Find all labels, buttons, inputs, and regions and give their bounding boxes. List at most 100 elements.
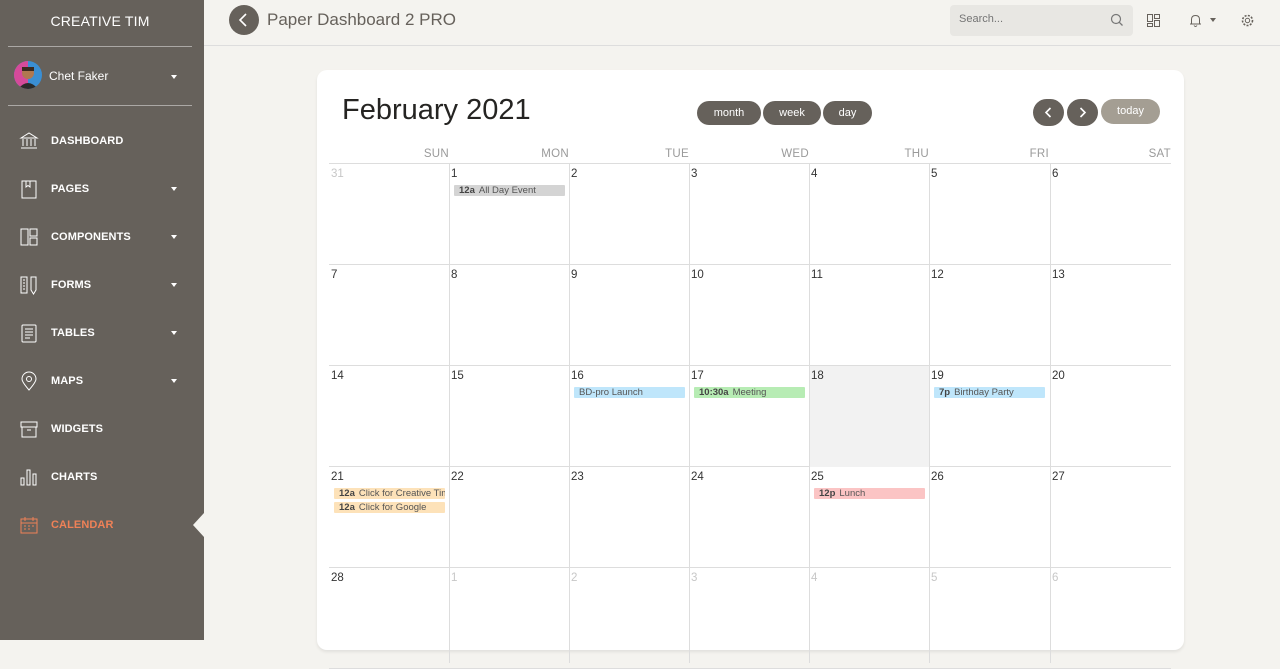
day-number[interactable]: 25 (811, 471, 824, 483)
calendar-day-cell[interactable]: 5 (930, 568, 1050, 669)
day-number[interactable]: 5 (931, 572, 937, 584)
calendar-day-cell[interactable]: 27 (1051, 467, 1171, 568)
day-number[interactable]: 3 (691, 168, 697, 180)
day-number[interactable]: 19 (931, 370, 944, 382)
calendar-day-cell[interactable]: 25 (810, 467, 929, 568)
calendar-day-cell[interactable]: 16 (570, 366, 689, 467)
calendar-day-cell[interactable]: 17 (690, 366, 809, 467)
day-number[interactable]: 3 (691, 572, 697, 584)
sidebar-item-maps[interactable]: MAPS (0, 361, 204, 401)
day-number[interactable]: 2 (571, 168, 577, 180)
chevron-down-icon[interactable] (1210, 18, 1216, 22)
day-number[interactable]: 1 (451, 572, 457, 584)
user-panel[interactable]: Chet Faker (8, 47, 192, 106)
calendar-day-cell[interactable]: 2 (570, 568, 689, 669)
calendar-event[interactable]: 12p Lunch (814, 488, 925, 499)
calendar-day-cell[interactable]: 1 (450, 164, 569, 265)
calendar-day-cell[interactable]: 7 (330, 265, 449, 366)
day-number[interactable]: 12 (931, 269, 944, 281)
day-view-button[interactable]: day (823, 101, 872, 125)
calendar-day-cell[interactable]: 14 (330, 366, 449, 467)
day-number[interactable]: 24 (691, 471, 704, 483)
day-number[interactable]: 13 (1052, 269, 1065, 281)
brand-logo-text[interactable]: CREATIVE TIM (8, 0, 192, 47)
sidebar-item-components[interactable]: COMPONENTS (0, 217, 204, 257)
calendar-event[interactable]: BD-pro Launch (574, 387, 685, 398)
calendar-day-cell[interactable]: 4 (810, 164, 929, 265)
day-number[interactable]: 7 (331, 269, 337, 281)
day-number[interactable]: 20 (1052, 370, 1065, 382)
search-input[interactable] (959, 13, 1099, 25)
day-number[interactable]: 8 (451, 269, 457, 281)
sidebar-item-charts[interactable]: CHARTS (0, 457, 204, 497)
calendar-day-cell[interactable]: 10 (690, 265, 809, 366)
calendar-event[interactable]: 10:30a Meeting (694, 387, 805, 398)
calendar-day-cell[interactable]: 3 (690, 568, 809, 669)
calendar-day-cell[interactable]: 4 (810, 568, 929, 669)
day-number[interactable]: 6 (1052, 572, 1058, 584)
calendar-day-cell[interactable]: 28 (330, 568, 449, 669)
calendar-day-cell[interactable]: 6 (1051, 568, 1171, 669)
day-number[interactable]: 5 (931, 168, 937, 180)
sidebar-item-pages[interactable]: PAGES (0, 169, 204, 209)
sidebar-item-forms[interactable]: FORMS (0, 265, 204, 305)
calendar-day-cell[interactable]: 15 (450, 366, 569, 467)
sidebar-item-dashboard[interactable]: DASHBOARD (0, 121, 204, 161)
search-box[interactable] (950, 5, 1133, 36)
gear-icon[interactable] (1240, 13, 1255, 28)
day-number[interactable]: 6 (1052, 168, 1058, 180)
calendar-event[interactable]: 12a Click for Google (334, 502, 445, 513)
next-month-button[interactable] (1067, 99, 1098, 126)
calendar-day-cell[interactable]: 8 (450, 265, 569, 366)
day-number[interactable]: 22 (451, 471, 464, 483)
bell-icon[interactable] (1188, 13, 1203, 28)
calendar-day-cell[interactable]: 21 (330, 467, 449, 568)
day-number[interactable]: 27 (1052, 471, 1065, 483)
today-button[interactable]: today (1101, 99, 1160, 124)
calendar-event[interactable]: 7p Birthday Party (934, 387, 1045, 398)
search-icon[interactable] (1110, 13, 1124, 27)
calendar-day-cell[interactable]: 24 (690, 467, 809, 568)
day-number[interactable]: 2 (571, 572, 577, 584)
day-number[interactable]: 14 (331, 370, 344, 382)
day-number[interactable]: 21 (331, 471, 344, 483)
day-number[interactable]: 1 (451, 168, 457, 180)
sidebar-item-widgets[interactable]: WIDGETS (0, 409, 204, 449)
calendar-day-cell[interactable]: 22 (450, 467, 569, 568)
calendar-day-cell[interactable]: 26 (930, 467, 1050, 568)
calendar-day-cell[interactable]: 31 (330, 164, 449, 265)
day-number[interactable]: 9 (571, 269, 577, 281)
calendar-day-cell[interactable]: 5 (930, 164, 1050, 265)
calendar-day-cell[interactable]: 23 (570, 467, 689, 568)
calendar-day-cell[interactable]: 11 (810, 265, 929, 366)
day-number[interactable]: 23 (571, 471, 584, 483)
calendar-day-cell[interactable]: 6 (1051, 164, 1171, 265)
calendar-day-cell[interactable]: 3 (690, 164, 809, 265)
calendar-day-cell[interactable]: 19 (930, 366, 1050, 467)
day-number[interactable]: 4 (811, 168, 817, 180)
calendar-day-cell[interactable]: 9 (570, 265, 689, 366)
day-number[interactable]: 31 (331, 168, 344, 180)
day-number[interactable]: 15 (451, 370, 464, 382)
day-number[interactable]: 11 (811, 269, 823, 281)
day-number[interactable]: 18 (811, 370, 824, 382)
day-number[interactable]: 4 (811, 572, 817, 584)
sidebar-toggle-button[interactable] (229, 5, 259, 35)
week-view-button[interactable]: week (763, 101, 821, 125)
calendar-day-cell[interactable]: 2 (570, 164, 689, 265)
day-number[interactable]: 26 (931, 471, 944, 483)
calendar-day-cell[interactable]: 1 (450, 568, 569, 669)
calendar-event[interactable]: 12a Click for Creative Tim (334, 488, 445, 499)
day-number[interactable]: 16 (571, 370, 584, 382)
calendar-day-cell[interactable]: 18 (810, 366, 929, 467)
month-view-button[interactable]: month (697, 101, 761, 125)
day-number[interactable]: 10 (691, 269, 704, 281)
sidebar-item-tables[interactable]: TABLES (0, 313, 204, 353)
prev-month-button[interactable] (1033, 99, 1064, 126)
day-number[interactable]: 17 (691, 370, 704, 382)
calendar-day-cell[interactable]: 12 (930, 265, 1050, 366)
sidebar-item-calendar[interactable]: CALENDAR (0, 505, 204, 545)
calendar-day-cell[interactable]: 13 (1051, 265, 1171, 366)
calendar-day-cell[interactable]: 20 (1051, 366, 1171, 467)
calendar-event[interactable]: 12a All Day Event (454, 185, 565, 196)
